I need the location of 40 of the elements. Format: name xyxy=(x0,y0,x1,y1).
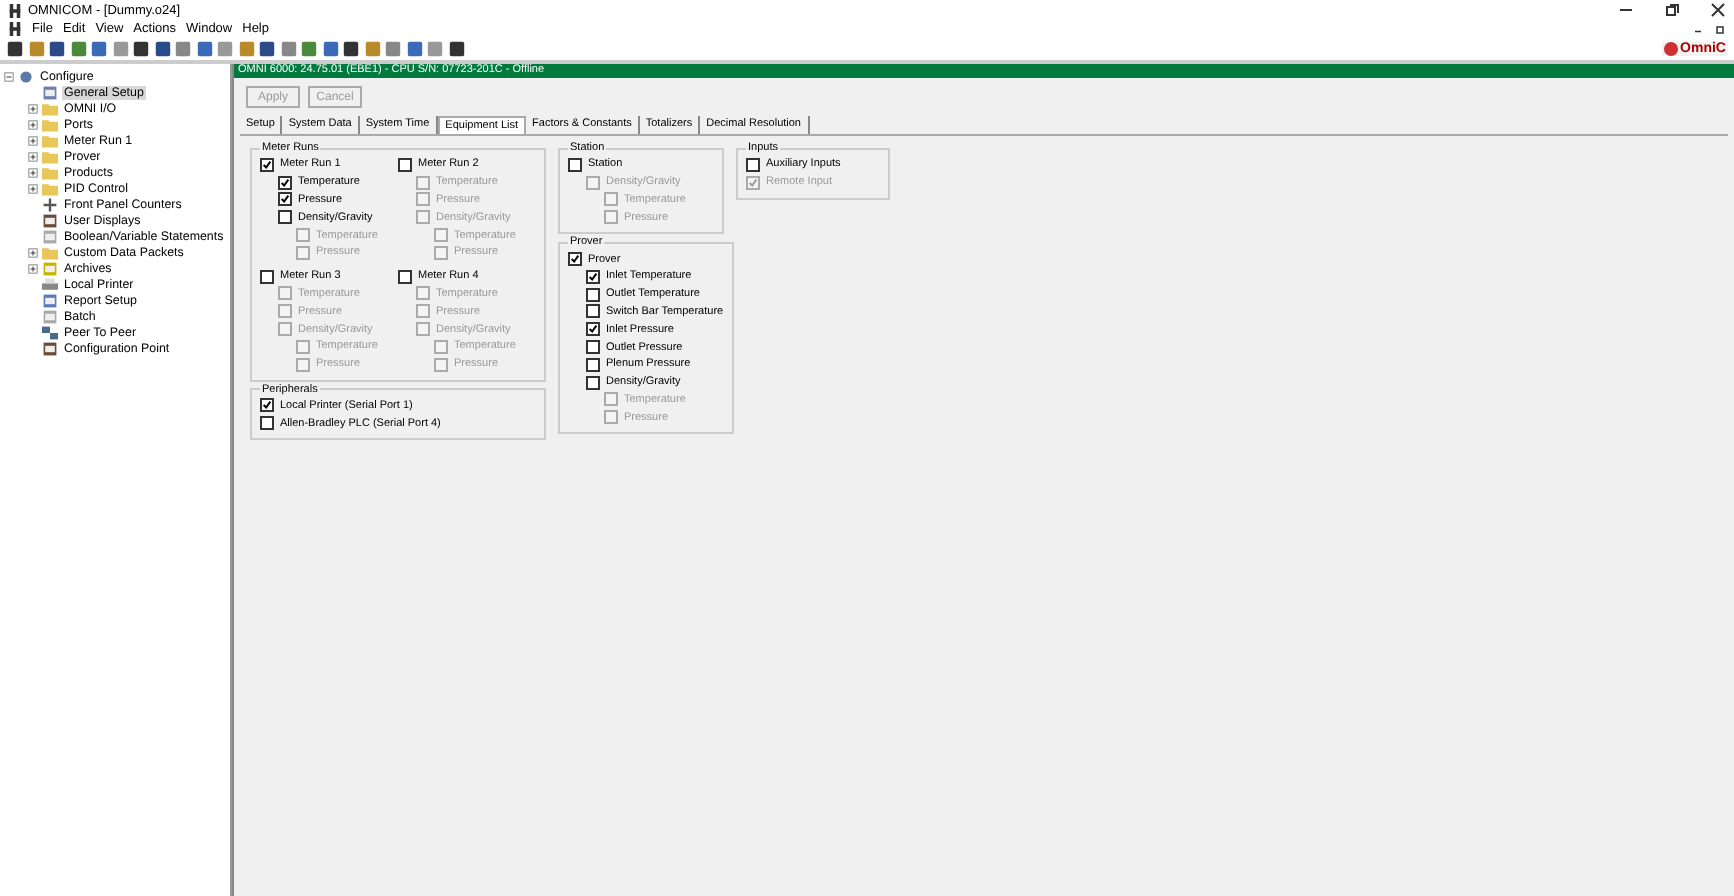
checkbox[interactable] xyxy=(278,192,292,207)
checkbox[interactable] xyxy=(260,157,274,172)
checkbox[interactable] xyxy=(278,175,292,190)
document-icon xyxy=(42,261,58,275)
expand-icon[interactable] xyxy=(27,119,37,129)
checkbox[interactable] xyxy=(568,252,582,267)
cross-icon xyxy=(42,197,58,211)
checkbox[interactable] xyxy=(260,416,274,431)
checkbox[interactable] xyxy=(586,357,600,372)
document-icon xyxy=(42,341,58,355)
checkbox[interactable] xyxy=(568,157,582,172)
checkbox[interactable] xyxy=(746,157,760,172)
expand-icon[interactable] xyxy=(27,183,37,193)
checkbox[interactable] xyxy=(260,398,274,413)
checkbox[interactable] xyxy=(586,322,600,337)
checkbox[interactable] xyxy=(398,157,412,172)
checkbox[interactable] xyxy=(586,375,600,390)
expand-icon[interactable] xyxy=(27,247,37,257)
restore-icon[interactable] xyxy=(1664,2,1680,18)
expand-icon[interactable] xyxy=(27,263,37,273)
expand-icon[interactable] xyxy=(27,103,37,113)
checkbox[interactable] xyxy=(586,287,600,302)
folder-icon xyxy=(42,245,58,259)
checkbox[interactable] xyxy=(398,269,412,284)
checkbox[interactable] xyxy=(586,269,600,284)
document-icon xyxy=(8,22,22,36)
expand-icon[interactable] xyxy=(27,167,37,177)
close-icon[interactable] xyxy=(1710,2,1726,18)
checkbox[interactable] xyxy=(260,269,274,284)
app-icon xyxy=(8,3,22,17)
restore-icon[interactable] xyxy=(1714,23,1726,35)
expand-icon[interactable] xyxy=(27,151,37,161)
checkbox[interactable] xyxy=(586,340,600,355)
printer-icon xyxy=(42,277,58,291)
collapse-icon[interactable] xyxy=(3,71,13,81)
document-icon xyxy=(42,85,58,99)
checkbox[interactable] xyxy=(586,304,600,319)
checkbox[interactable] xyxy=(278,210,292,225)
network-icon xyxy=(42,325,58,339)
expand-icon[interactable] xyxy=(27,135,37,145)
